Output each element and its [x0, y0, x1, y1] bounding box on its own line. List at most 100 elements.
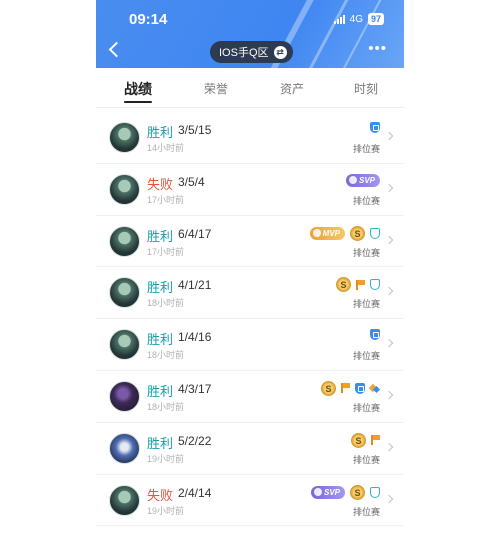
hero-avatar [109, 380, 140, 412]
chevron-right-icon [384, 442, 394, 452]
match-time: 18小时前 [147, 298, 185, 309]
svp-badge: SVP [345, 173, 380, 187]
shield-outline-icon [370, 279, 380, 291]
match-badges [370, 122, 380, 133]
battery-icon: 97 [367, 13, 384, 25]
match-result: 胜利 [147, 280, 174, 296]
match-badges: SVP [345, 173, 380, 187]
mvp-badge: MVP [309, 226, 345, 240]
chevron-right-icon [384, 131, 394, 141]
tab-moments[interactable]: 时刻 [354, 80, 378, 97]
hero-avatar [109, 329, 140, 361]
match-mode: 排位赛 [352, 506, 380, 517]
match-mode: 排位赛 [352, 299, 380, 310]
region-switcher[interactable]: IOS手Q区 ⇄ [210, 41, 293, 63]
cube-icon [370, 383, 380, 393]
status-time: 09:14 [129, 11, 168, 28]
tab-record[interactable]: 战绩 [124, 79, 152, 99]
more-button[interactable]: ••• [368, 41, 387, 56]
badge-emblem-icon [348, 176, 357, 185]
status-icons: 4G 97 [333, 13, 384, 25]
match-kda: 3/5/15 [178, 123, 212, 137]
match-time: 19小时前 [147, 453, 185, 464]
tab-assets[interactable]: 资产 [280, 80, 304, 97]
match-row[interactable]: 胜利 4/1/21 18小时前 S 排位赛 [96, 267, 404, 320]
match-result: 失败 [147, 176, 174, 192]
match-kda: 6/4/17 [178, 226, 212, 241]
match-badges: S [336, 277, 380, 293]
s-rating-icon: S [351, 432, 366, 448]
match-mode: 排位赛 [352, 144, 380, 154]
match-time: 14小时前 [147, 143, 185, 153]
hero-avatar [109, 122, 140, 153]
match-list: 胜利 3/5/15 14小时前 排位赛 失败 3/5/4 17小时前 SVP 排… [96, 112, 404, 527]
match-row[interactable]: 失败 3/5/4 17小时前 SVP 排位赛 [96, 164, 404, 216]
match-row[interactable]: 胜利 5/2/22 19小时前 S 排位赛 [96, 423, 404, 475]
region-label: IOS手Q区 [219, 47, 269, 59]
match-result: 失败 [147, 487, 174, 503]
match-mode: 排位赛 [352, 247, 380, 258]
svp-badge: SVP [310, 485, 345, 499]
tab-bar: 战绩 荣誉 资产 时刻 [96, 68, 404, 108]
flag-icon [371, 435, 380, 446]
match-badges: MVP S [309, 225, 380, 241]
s-rating-icon: S [350, 484, 365, 500]
badge-emblem-icon [312, 229, 321, 238]
match-row[interactable]: 胜利 4/3/17 18小时前 S 排位赛 [96, 371, 404, 423]
s-rating-icon: S [350, 225, 365, 241]
hero-avatar [109, 484, 140, 516]
match-mode: 排位赛 [352, 402, 380, 413]
match-result: 胜利 [147, 125, 174, 140]
shield-outline-icon [370, 227, 380, 239]
back-button[interactable] [108, 42, 120, 56]
chevron-right-icon [384, 287, 394, 296]
swap-icon: ⇄ [273, 45, 287, 59]
active-tab-indicator [124, 101, 152, 103]
match-row[interactable]: 胜利 6/4/17 17小时前 MVP S 排位赛 [96, 216, 404, 268]
hero-avatar [109, 432, 140, 464]
shield-icon [355, 382, 365, 394]
flag-icon [356, 279, 365, 290]
match-badges [370, 329, 380, 341]
match-result: 胜利 [147, 332, 174, 348]
s-rating-icon: S [321, 380, 336, 396]
match-time: 17小时前 [147, 194, 185, 205]
phone-screen: 09:14 4G 97 IOS手Q区 ⇄ ••• 战绩 荣誉 资产 时刻 胜利 … [96, 0, 404, 533]
match-kda: 4/3/17 [178, 381, 212, 396]
match-time: 18小时前 [147, 350, 185, 361]
chevron-right-icon [384, 183, 394, 193]
match-kda: 1/4/16 [178, 330, 212, 345]
match-time: 17小时前 [147, 246, 185, 257]
chevron-right-icon [384, 338, 394, 348]
shield-icon [370, 122, 380, 133]
hero-avatar [109, 277, 140, 309]
shield-outline-icon [370, 486, 380, 498]
match-result: 胜利 [147, 435, 174, 451]
match-row[interactable]: 胜利 1/4/16 18小时前 排位赛 [96, 319, 404, 371]
signal-icon [333, 14, 345, 24]
hero-avatar [109, 173, 140, 205]
app-header: 09:14 4G 97 IOS手Q区 ⇄ ••• [96, 0, 404, 68]
match-row[interactable]: 失败 2/4/14 19小时前 SVP S 排位赛 [96, 475, 404, 527]
match-mode: 排位赛 [352, 195, 380, 206]
network-label: 4G [349, 13, 363, 25]
match-badges: S [321, 380, 380, 396]
chevron-right-icon [384, 235, 394, 244]
match-result: 胜利 [147, 383, 174, 399]
match-mode: 排位赛 [352, 351, 380, 362]
shield-icon [370, 329, 380, 341]
match-kda: 5/2/22 [178, 433, 212, 448]
chevron-right-icon [384, 390, 394, 400]
s-rating-icon: S [336, 277, 351, 293]
match-badges: SVP S [310, 484, 380, 500]
match-mode: 排位赛 [352, 454, 380, 465]
svp-label: SVP [323, 487, 340, 497]
flag-icon [341, 383, 350, 394]
badge-emblem-icon [313, 488, 322, 497]
svp-label: SVP [358, 175, 375, 185]
tab-honor[interactable]: 荣誉 [204, 80, 228, 97]
match-time: 18小时前 [147, 401, 185, 412]
match-row[interactable]: 胜利 3/5/15 14小时前 排位赛 [96, 112, 404, 164]
match-time: 19小时前 [147, 505, 185, 516]
match-kda: 2/4/14 [178, 485, 212, 500]
